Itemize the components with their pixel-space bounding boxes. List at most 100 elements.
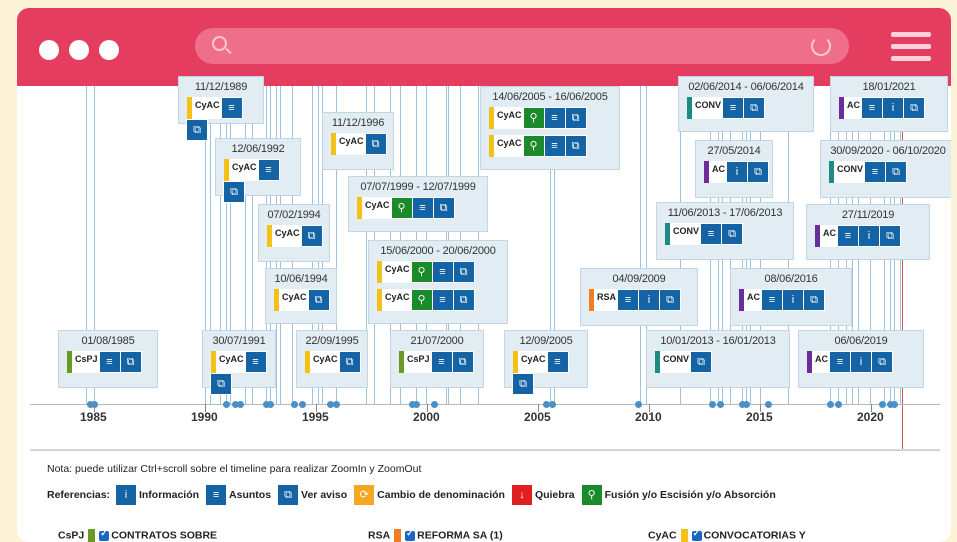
list-button[interactable]: ≡ [861, 97, 883, 119]
list-button[interactable]: ≡ [431, 289, 454, 311]
event-card: 27/05/2014 AC i ⧉ [695, 140, 773, 198]
category-checkbox[interactable] [405, 528, 416, 541]
view-notice-button[interactable]: ⧉ [451, 351, 474, 373]
view-notice-button[interactable]: ⧉ [186, 119, 208, 141]
timeline-event-dot[interactable] [299, 401, 306, 408]
event-card: 04/09/2009 RSA ≡ i ⧉ [580, 268, 698, 326]
timeline-event-dot[interactable] [549, 401, 556, 408]
view-notice-button[interactable]: ⧉ [885, 161, 908, 183]
view-notice-button[interactable]: ⧉ [903, 97, 925, 119]
list-button[interactable]: ≡ [430, 351, 453, 373]
timeline-event-dot[interactable] [413, 401, 420, 408]
category-checkbox[interactable] [691, 528, 702, 541]
fusion-button[interactable]: ⚲ [522, 135, 545, 157]
timeline-event-dot[interactable] [291, 401, 298, 408]
category-chip: AC [815, 225, 838, 247]
list-button[interactable]: ≡ [411, 197, 434, 219]
window-dot-3[interactable] [99, 40, 119, 60]
fusion-button[interactable]: ⚲ [522, 107, 545, 129]
list-button[interactable]: ≡ [617, 289, 640, 311]
event-date: 14/06/2005 - 16/06/2005 [492, 91, 608, 103]
category-chip: CyAC [377, 289, 412, 311]
view-notice-button[interactable]: ⧉ [432, 197, 455, 219]
address-bar[interactable] [195, 28, 849, 64]
view-notice-button[interactable]: ⧉ [721, 223, 744, 245]
list-button[interactable]: ≡ [244, 351, 267, 373]
timeline-event-dot[interactable] [267, 401, 274, 408]
timeline-event-dot[interactable] [835, 401, 842, 408]
timeline-event-dot[interactable] [709, 401, 716, 408]
view-notice-button[interactable]: ⧉ [690, 351, 713, 373]
view-notice-button[interactable]: ⧉ [512, 373, 534, 395]
category-item[interactable]: CsPJ CONTRATOS SOBRE [58, 528, 217, 542]
window-dot-1[interactable] [39, 40, 59, 60]
timeline-event-dot[interactable] [891, 401, 898, 408]
list-button[interactable]: ≡ [543, 135, 566, 157]
info-button[interactable]: i [882, 97, 904, 119]
list-button[interactable]: ≡ [98, 351, 121, 373]
list-button[interactable]: ≡ [431, 261, 454, 283]
info-button[interactable]: i [726, 161, 748, 183]
list-button[interactable]: ≡ [761, 289, 783, 311]
view-notice-button[interactable]: ⧉ [871, 351, 893, 373]
fusion-button[interactable]: ⚲ [410, 261, 433, 283]
list-button[interactable]: ≡ [546, 351, 569, 373]
view-notice-button[interactable]: ⧉ [452, 261, 475, 283]
timeline-event-dot[interactable] [431, 401, 438, 408]
info-button[interactable]: i [782, 289, 804, 311]
view-notice-button[interactable]: ⧉ [119, 351, 142, 373]
category-item[interactable]: CyAC CONVOCATORIAS Y [648, 528, 806, 542]
timeline-event-dot[interactable] [635, 401, 642, 408]
category-chip: CONV [829, 161, 866, 183]
list-button[interactable]: ≡ [257, 159, 280, 181]
view-notice-button[interactable]: ⧉ [452, 289, 475, 311]
year-label: 2005 [524, 410, 551, 424]
view-notice-button[interactable]: ⧉ [743, 97, 766, 119]
list-button[interactable]: ≡ [722, 97, 745, 119]
timeline-event-dot[interactable] [223, 401, 230, 408]
list-button[interactable]: ≡ [864, 161, 887, 183]
view-notice-button[interactable]: ⧉ [210, 373, 232, 395]
category-chip: AC [807, 351, 830, 373]
view-notice-button[interactable]: ⧉ [803, 289, 825, 311]
info-button[interactable]: i [858, 225, 880, 247]
view-notice-button[interactable]: ⧉ [659, 289, 682, 311]
view-notice-button[interactable]: ⧉ [223, 181, 245, 203]
list-icon: ≡ [729, 102, 737, 114]
timeline-event-dot[interactable] [743, 401, 750, 408]
timeline-event-dot[interactable] [879, 401, 886, 408]
info-button[interactable]: i [638, 289, 661, 311]
list-button[interactable]: ≡ [543, 107, 566, 129]
category-item[interactable]: RSA REFORMA SA (1) [368, 528, 503, 542]
search-icon [212, 36, 227, 51]
view-notice-button[interactable]: ⧉ [338, 351, 361, 373]
timeline-event-dot[interactable] [827, 401, 834, 408]
list-button[interactable]: ≡ [837, 225, 859, 247]
info-button[interactable]: i [850, 351, 872, 373]
view-notice-button[interactable]: ⧉ [364, 133, 387, 155]
view-notice-button[interactable]: ⧉ [564, 135, 587, 157]
hamburger-menu-icon[interactable] [891, 32, 931, 62]
list-button[interactable]: ≡ [700, 223, 723, 245]
timeline-event-dot[interactable] [333, 401, 340, 408]
view-notice-button[interactable]: ⧉ [879, 225, 901, 247]
fusion-button[interactable]: ⚲ [410, 289, 433, 311]
view-notice-button[interactable]: ⧉ [307, 289, 330, 311]
year-label: 1990 [191, 410, 218, 424]
reload-icon[interactable] [811, 36, 831, 56]
view-notice-button[interactable]: ⧉ [300, 225, 323, 247]
timeline[interactable]: 1985 1990 1995 2000 2005 2010 2015 2020 11/12/19… [30, 76, 951, 450]
timeline-event-dot[interactable] [717, 401, 724, 408]
event-card: 10/01/2013 - 16/01/2013 CONV ⧉ [646, 330, 790, 388]
list-button[interactable]: ≡ [829, 351, 851, 373]
window-dot-2[interactable] [69, 40, 89, 60]
view-notice-button[interactable]: ⧉ [564, 107, 587, 129]
timeline-event-dot[interactable] [237, 401, 244, 408]
external-link-icon: ⧉ [878, 356, 886, 368]
category-checkbox[interactable] [99, 528, 110, 541]
list-icon: ≡ [106, 356, 113, 368]
view-notice-button[interactable]: ⧉ [747, 161, 769, 183]
fusion-button[interactable]: ⚲ [390, 197, 413, 219]
timeline-event-dot[interactable] [765, 401, 772, 408]
list-button[interactable]: ≡ [220, 97, 243, 119]
